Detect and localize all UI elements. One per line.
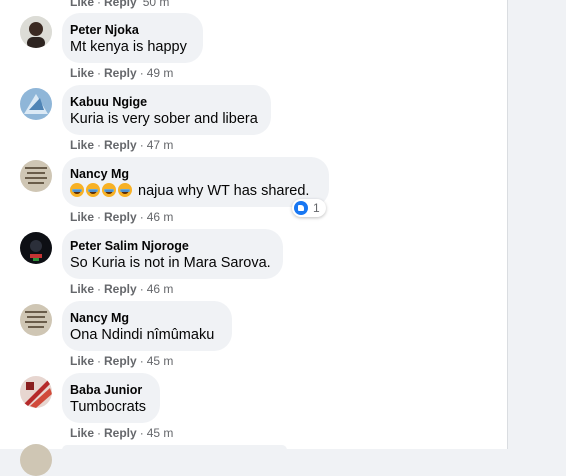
laughing-emoji-icon <box>70 183 84 197</box>
avatar[interactable] <box>20 16 52 48</box>
avatar[interactable] <box>20 160 52 192</box>
comment-meta: Like · Reply · 45 m <box>70 354 174 368</box>
comment-author[interactable]: Peter Salim Njoroge <box>70 238 271 254</box>
comment-meta: Like · Reply · 47 m <box>70 138 174 152</box>
comment-item: Peter Njoka Mt kenya is happy Like · Reply… <box>0 13 507 85</box>
like-icon <box>294 201 308 215</box>
comment-item: Baba Junior Tumbocrats Like · Reply · 45 m <box>0 373 507 445</box>
comment-bubble: Baba Junior Tumbocrats <box>62 373 160 423</box>
comment-author[interactable]: Kabuu Ngige <box>70 94 259 110</box>
comment-text: Ona Ndindi nîmûmaku <box>70 327 215 343</box>
reply-link[interactable]: Reply <box>104 354 137 368</box>
avatar[interactable] <box>20 304 52 336</box>
comments-panel: Like · Reply 50 m Peter Njoka Mt kenya is h… <box>0 0 507 476</box>
comment-text: So Kuria is not in Mara Sarova. <box>70 255 271 271</box>
comment-item: Peter Salim Njoroge So Kuria is not in M… <box>0 229 507 301</box>
like-link[interactable]: Like <box>70 354 94 368</box>
timestamp: 49 m <box>146 66 174 80</box>
reply-link[interactable]: Reply <box>104 282 137 296</box>
comment-bubble: Kabuu Ngige Kuria is very sober and libe… <box>62 85 271 135</box>
avatar[interactable] <box>20 232 52 264</box>
like-link[interactable]: Like <box>70 0 94 9</box>
reply-link[interactable]: Reply <box>104 138 137 152</box>
comment-bubble: Peter Salim Njoroge So Kuria is not in M… <box>62 229 283 279</box>
comment-text: najua why WT has shared. <box>134 183 310 199</box>
timestamp: 46 m <box>146 210 174 224</box>
reply-link[interactable]: Reply <box>104 66 137 80</box>
panel-divider <box>507 0 508 449</box>
comment-meta-partial: Like · Reply 50 m <box>70 0 169 9</box>
comment-item: Nancy Mg najua why WT has shared. 1 Like… <box>0 157 507 229</box>
reply-link[interactable]: Reply <box>104 210 137 224</box>
comment-bubble-partial <box>62 445 287 455</box>
comment-text: Kuria is very sober and libera <box>70 111 258 127</box>
comment-bubble: Nancy Mg najua why WT has shared. <box>62 157 329 207</box>
comment-text: Mt kenya is happy <box>70 39 187 55</box>
comment-author[interactable]: Peter Njoka <box>70 22 191 38</box>
timestamp: 45 m <box>146 354 174 368</box>
avatar[interactable] <box>20 376 52 408</box>
like-link[interactable]: Like <box>70 138 94 152</box>
timestamp: 46 m <box>146 282 174 296</box>
avatar[interactable] <box>20 88 52 120</box>
comment-item: Nancy Mg Ona Ndindi nîmûmaku Like · Reply ·… <box>0 301 507 373</box>
like-link[interactable]: Like <box>70 66 94 80</box>
like-link[interactable]: Like <box>70 426 94 440</box>
reply-link[interactable]: Reply <box>104 426 137 440</box>
reply-link[interactable]: Reply <box>104 0 137 9</box>
like-link[interactable]: Like <box>70 210 94 224</box>
timestamp: 45 m <box>146 426 174 440</box>
comment-bubble: Peter Njoka Mt kenya is happy <box>62 13 203 63</box>
comment-text-row: najua why WT has shared. <box>70 182 317 201</box>
comment-author[interactable]: Baba Junior <box>70 382 148 398</box>
reaction-badge[interactable]: 1 <box>292 199 326 217</box>
laughing-emoji-icon <box>102 183 116 197</box>
like-link[interactable]: Like <box>70 282 94 296</box>
comment-text: Tumbocrats <box>70 399 147 415</box>
comment-meta: Like · Reply · 49 m <box>70 66 174 80</box>
comment-item: Kabuu Ngige Kuria is very sober and libe… <box>0 85 507 157</box>
laughing-emoji-icon <box>118 183 132 197</box>
comment-meta: Like · Reply · 45 m <box>70 426 174 440</box>
reaction-count: 1 <box>313 201 320 215</box>
comment-meta: Like · Reply · 46 m <box>70 210 174 224</box>
comment-author[interactable]: Nancy Mg <box>70 310 220 326</box>
timestamp: 47 m <box>146 138 174 152</box>
comment-author[interactable]: Nancy Mg <box>70 166 317 182</box>
comment-bubble: Nancy Mg Ona Ndindi nîmûmaku <box>62 301 232 351</box>
timestamp: 50 m <box>142 0 170 9</box>
comment-meta: Like · Reply · 46 m <box>70 282 174 296</box>
laughing-emoji-icon <box>86 183 100 197</box>
